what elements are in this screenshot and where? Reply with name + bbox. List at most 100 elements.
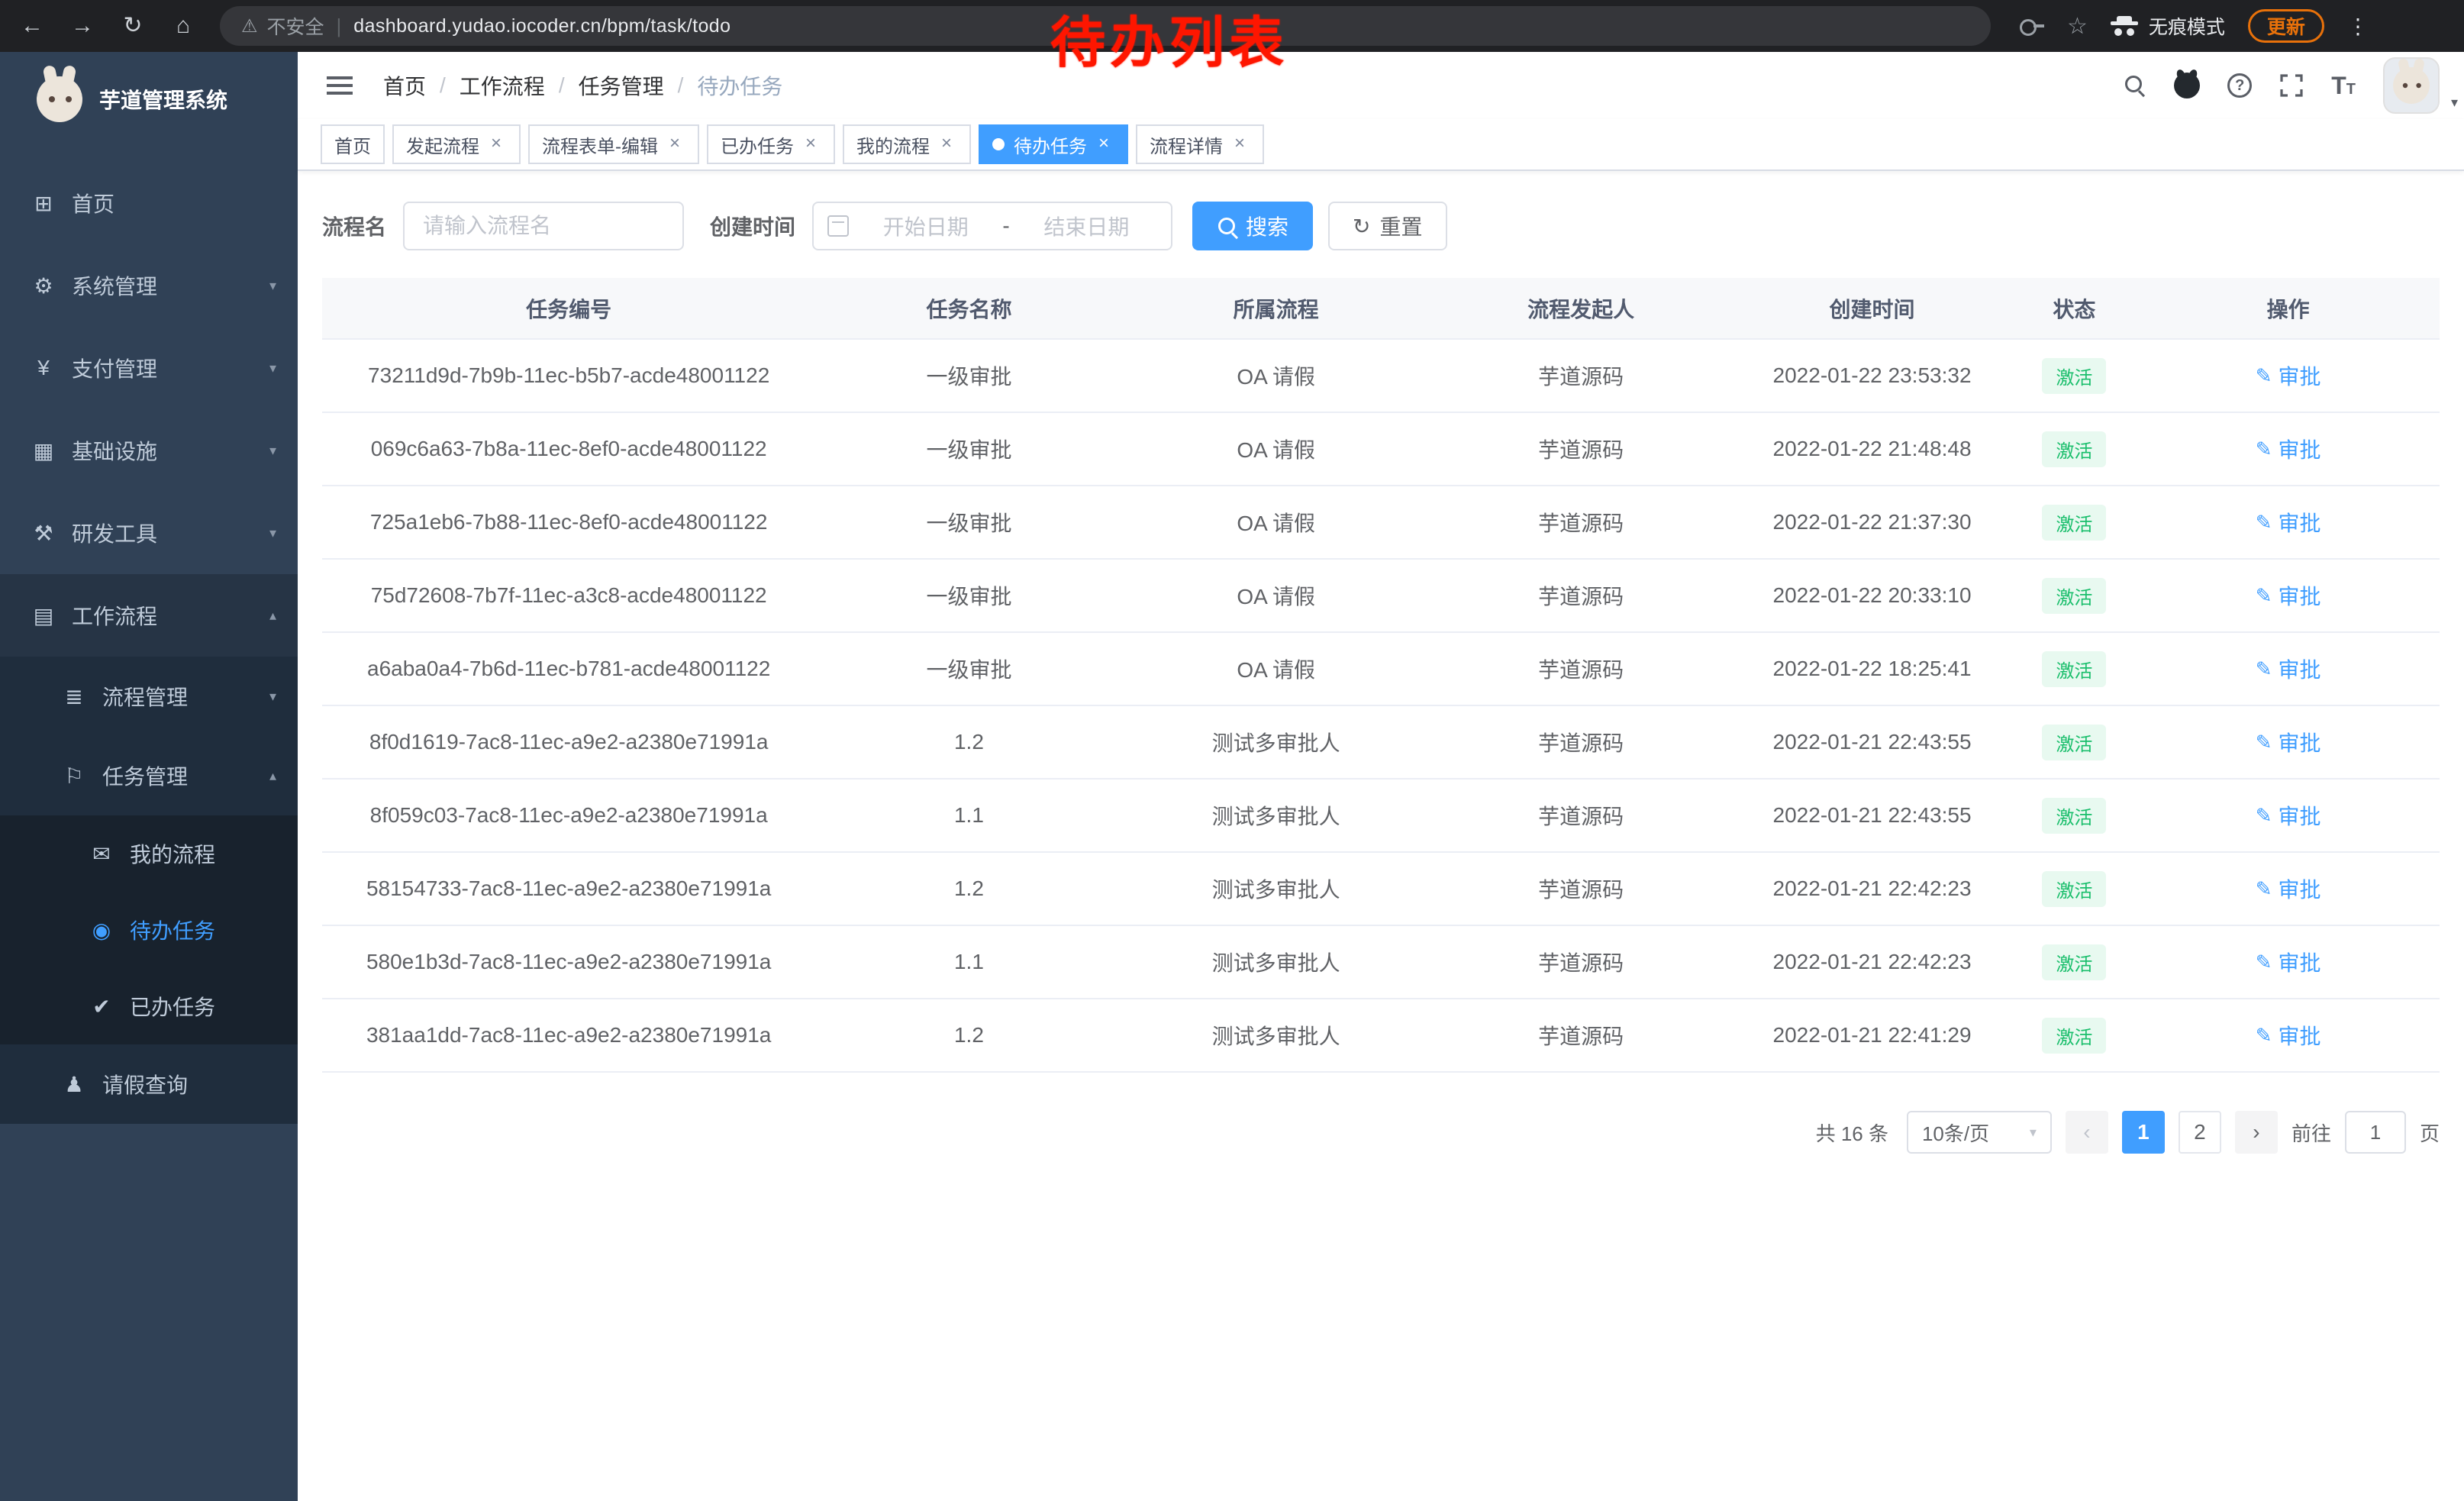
- edit-icon: [2256, 803, 2272, 828]
- close-icon[interactable]: [1093, 134, 1114, 155]
- cell-task-id: 725a1eb6-7b88-11ec-8ef0-acde48001122: [322, 486, 815, 559]
- cell-task-name: 一级审批: [815, 486, 1122, 559]
- close-icon[interactable]: [1229, 134, 1250, 155]
- approve-link[interactable]: 审批: [2256, 580, 2321, 611]
- tab-label: 待办任务: [1014, 131, 1087, 158]
- approve-link[interactable]: 审批: [2256, 654, 2321, 684]
- sidebar-toggle-icon[interactable]: [327, 84, 353, 87]
- user-avatar[interactable]: [2383, 57, 2440, 114]
- approve-link[interactable]: 审批: [2256, 1020, 2321, 1051]
- status-badge: 激活: [2042, 871, 2106, 907]
- tab-home[interactable]: 首页: [321, 124, 385, 164]
- browser-menu-icon[interactable]: [2347, 14, 2369, 39]
- sidebar-item-payment[interactable]: ¥ 支付管理: [0, 327, 298, 409]
- process-name-input[interactable]: [403, 202, 684, 250]
- page-button-2[interactable]: 2: [2179, 1111, 2221, 1154]
- reset-button[interactable]: 重置: [1328, 202, 1446, 250]
- browser-home-icon[interactable]: [169, 15, 197, 37]
- tab-process-detail[interactable]: 流程详情: [1136, 124, 1264, 164]
- security-warning[interactable]: 不安全: [241, 12, 324, 40]
- table-header-row: 任务编号 任务名称 所属流程 流程发起人 创建时间 状态 操作: [322, 278, 2440, 339]
- cell-process: 测试多审批人: [1123, 705, 1430, 779]
- tab-done-tasks[interactable]: 已办任务: [707, 124, 835, 164]
- cell-task-name: 一级审批: [815, 559, 1122, 632]
- approve-link[interactable]: 审批: [2256, 434, 2321, 464]
- cell-task-id: 381aa1dd-7ac8-11ec-a9e2-a2380e71991a: [322, 999, 815, 1072]
- approve-link[interactable]: 审批: [2256, 800, 2321, 831]
- tab-start-process[interactable]: 发起流程: [392, 124, 521, 164]
- tab-my-processes[interactable]: 我的流程: [843, 124, 971, 164]
- sidebar-item-process-management[interactable]: ≣ 流程管理: [0, 657, 298, 736]
- help-icon[interactable]: [2227, 73, 2252, 98]
- sidebar-item-task-management[interactable]: ⚐ 任务管理: [0, 736, 298, 815]
- column-initiator: 流程发起人: [1430, 278, 1733, 339]
- table-row: 381aa1dd-7ac8-11ec-a9e2-a2380e71991a 1.2…: [322, 999, 2440, 1072]
- search-icon[interactable]: [2124, 74, 2146, 97]
- cell-task-name: 1.2: [815, 999, 1122, 1072]
- approve-link[interactable]: 审批: [2256, 873, 2321, 904]
- sidebar-logo[interactable]: 芋道管理系统: [0, 52, 298, 147]
- next-page-button[interactable]: ›: [2235, 1111, 2278, 1154]
- goto-page-input[interactable]: [2345, 1111, 2406, 1154]
- total-count: 共 16 条: [1816, 1118, 1888, 1147]
- sidebar-item-my-processes[interactable]: ✉ 我的流程: [0, 815, 298, 892]
- end-date-field[interactable]: 结束日期: [1016, 211, 1157, 241]
- column-create-time: 创建时间: [1732, 278, 2011, 339]
- page-url: dashboard.yudao.iocoder.cn/bpm/task/todo: [353, 15, 730, 37]
- tab-label: 发起流程: [406, 131, 479, 158]
- breadcrumb-task-management[interactable]: 任务管理: [579, 70, 664, 101]
- cell-process: OA 请假: [1123, 339, 1430, 412]
- browser-update-button[interactable]: 更新: [2248, 9, 2324, 43]
- approve-label: 审批: [2279, 1020, 2321, 1051]
- browser-forward-icon[interactable]: [69, 15, 96, 37]
- approve-label: 审批: [2279, 434, 2321, 464]
- font-size-icon[interactable]: [2331, 72, 2356, 100]
- close-icon[interactable]: [664, 134, 685, 155]
- avatar-image: [2393, 67, 2430, 104]
- search-button[interactable]: 搜索: [1192, 202, 1313, 250]
- table-row: 8f059c03-7ac8-11ec-a9e2-a2380e71991a 1.1…: [322, 779, 2440, 852]
- status-badge: 激活: [2042, 431, 2106, 467]
- approve-link[interactable]: 审批: [2256, 727, 2321, 757]
- approve-link[interactable]: 审批: [2256, 360, 2321, 391]
- incognito-icon: [2111, 16, 2138, 36]
- close-icon[interactable]: [936, 134, 957, 155]
- fullscreen-icon[interactable]: [2279, 73, 2304, 98]
- browser-back-icon[interactable]: [18, 15, 46, 37]
- start-date-field[interactable]: 开始日期: [855, 211, 996, 241]
- cell-create-time: 2022-01-21 22:43:55: [1732, 779, 2011, 852]
- sidebar-item-label: 我的流程: [130, 838, 215, 869]
- page-size-select[interactable]: 10条/页: [1907, 1111, 2052, 1154]
- sidebar-item-leave-query[interactable]: ♟ 请假查询: [0, 1044, 298, 1124]
- password-key-icon[interactable]: [2020, 18, 2044, 34]
- sidebar-item-workflow[interactable]: ▤ 工作流程: [0, 574, 298, 657]
- breadcrumb-workflow[interactable]: 工作流程: [460, 70, 545, 101]
- close-icon[interactable]: [800, 134, 821, 155]
- breadcrumb-home[interactable]: 首页: [383, 70, 426, 101]
- approve-link[interactable]: 审批: [2256, 507, 2321, 537]
- sidebar-item-infrastructure[interactable]: ▦ 基础设施: [0, 409, 298, 492]
- cell-initiator: 芋道源码: [1430, 559, 1733, 632]
- bookmark-star-icon[interactable]: [2067, 13, 2088, 40]
- status-badge: 激活: [2042, 944, 2106, 980]
- date-range-picker[interactable]: 开始日期 - 结束日期: [812, 202, 1172, 250]
- sidebar-item-home[interactable]: ⊞ 首页: [0, 162, 298, 244]
- github-icon[interactable]: [2174, 73, 2200, 98]
- cell-process: 测试多审批人: [1123, 999, 1430, 1072]
- prev-page-button[interactable]: ‹: [2066, 1111, 2108, 1154]
- reset-button-label: 重置: [1380, 211, 1423, 241]
- page-button-1[interactable]: 1: [2122, 1111, 2165, 1154]
- sidebar-item-system[interactable]: ⚙ 系统管理: [0, 244, 298, 327]
- tab-process-form-edit[interactable]: 流程表单-编辑: [528, 124, 699, 164]
- sidebar-item-todo-tasks[interactable]: ◉ 待办任务: [0, 892, 298, 968]
- check-icon: ✔: [89, 994, 114, 1019]
- tab-todo-tasks[interactable]: 待办任务: [979, 124, 1128, 164]
- browser-toolbar-right: 无痕模式 更新: [2020, 9, 2369, 43]
- sidebar-item-devtools[interactable]: ⚒ 研发工具: [0, 492, 298, 574]
- close-icon[interactable]: [485, 134, 507, 155]
- approve-link[interactable]: 审批: [2256, 947, 2321, 977]
- sidebar-item-done-tasks[interactable]: ✔ 已办任务: [0, 968, 298, 1044]
- cell-process: 测试多审批人: [1123, 779, 1430, 852]
- browser-reload-icon[interactable]: [119, 15, 147, 37]
- cell-create-time: 2022-01-21 22:43:55: [1732, 705, 2011, 779]
